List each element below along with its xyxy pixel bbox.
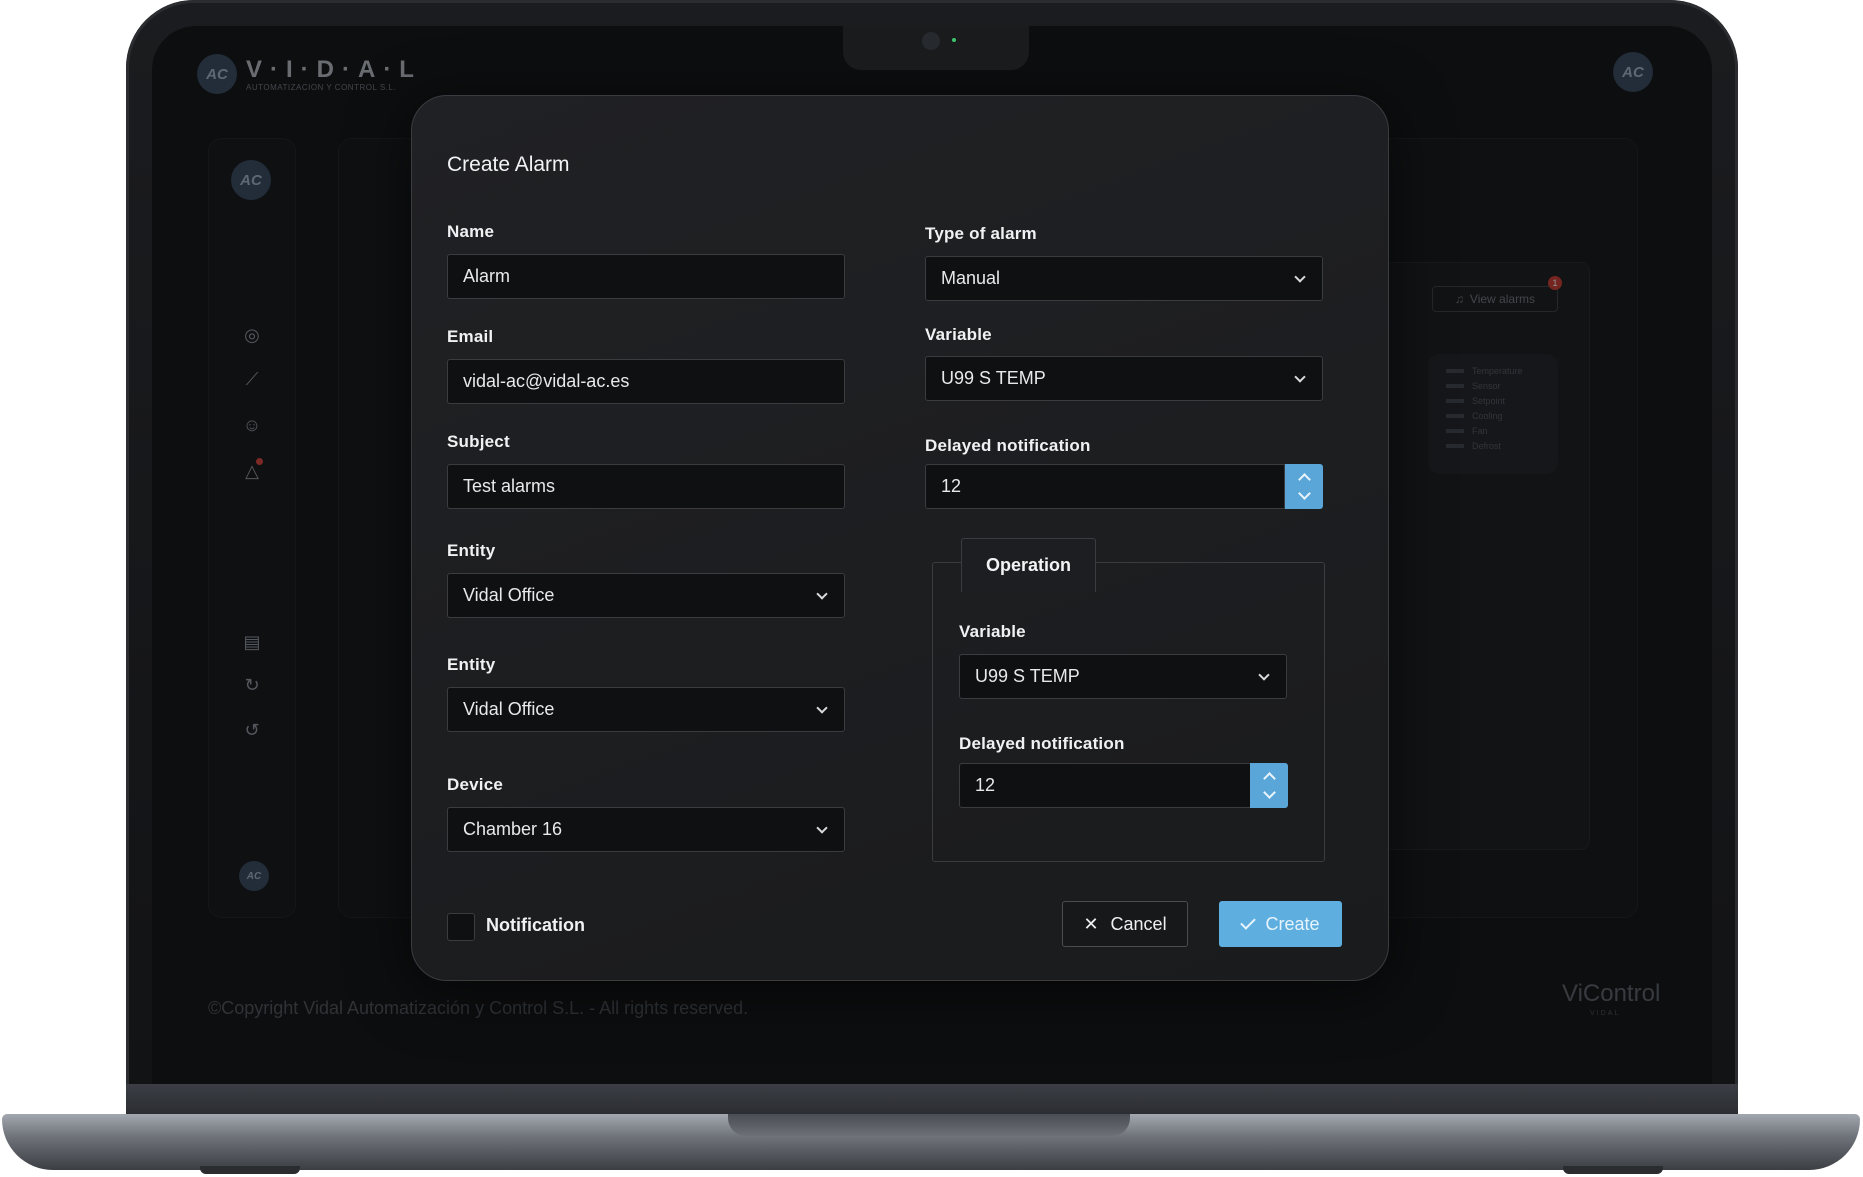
document-icon[interactable]: ▤ — [240, 630, 264, 654]
delayed-notification-stepper[interactable] — [1285, 464, 1323, 509]
view-alarms-button[interactable]: ♫ View alarms — [1432, 286, 1558, 312]
brand-name: V·I·D·A·L — [246, 56, 422, 83]
create-button[interactable]: Create — [1219, 901, 1342, 947]
email-label: Email — [447, 327, 494, 346]
product-logo-sub: VIDAL — [1590, 1010, 1621, 1017]
operation-variable-value: U99 S TEMP — [975, 666, 1080, 686]
chevron-down-icon — [1294, 271, 1306, 283]
legend-item: Fan — [1446, 426, 1488, 436]
bell-alert-dot — [256, 458, 263, 465]
webcam-led — [952, 38, 956, 42]
notification-checkbox[interactable] — [447, 913, 475, 941]
operation-group — [932, 562, 1325, 862]
refresh-icon[interactable]: ↻ — [240, 673, 264, 697]
device-card — [1384, 262, 1590, 850]
chevron-down-icon — [816, 702, 828, 714]
delayed-notification-value: 12 — [941, 476, 962, 496]
sidebar — [208, 138, 296, 918]
chevron-down-icon — [1258, 669, 1270, 681]
operation-variable-label: Variable — [959, 622, 1026, 641]
subject-value: Test alarms — [463, 476, 556, 496]
close-icon: ✕ — [1083, 913, 1099, 934]
chevron-down-icon — [816, 588, 828, 600]
copyright-footer: ©Copyright Vidal Automatización y Contro… — [208, 998, 749, 1018]
name-input[interactable]: Alarm — [447, 254, 845, 299]
operation-delay-value: 12 — [975, 775, 996, 795]
type-of-alarm-select[interactable]: Manual — [925, 256, 1323, 301]
entity-label: Entity — [447, 541, 496, 560]
device-label: Device — [447, 775, 504, 794]
legend-item: Setpoint — [1446, 396, 1505, 406]
device-select[interactable]: Chamber 16 — [447, 807, 845, 852]
variable-value: U99 S TEMP — [941, 368, 1046, 388]
chevron-down-icon — [816, 822, 828, 834]
modal-title: Create Alarm — [447, 153, 570, 176]
legend-item: Sensor — [1446, 381, 1501, 391]
entity-label-2: Entity — [447, 655, 496, 674]
chevron-up-icon[interactable] — [1297, 473, 1311, 487]
entity-value-2: Vidal Office — [463, 699, 555, 719]
delayed-notification-label: Delayed notification — [925, 436, 1091, 455]
name-label: Name — [447, 222, 495, 241]
chevron-down-icon — [1294, 371, 1306, 383]
chevron-up-icon[interactable] — [1262, 772, 1276, 786]
email-input[interactable]: vidal-ac@vidal-ac.es — [447, 359, 845, 404]
create-label: Create — [1265, 913, 1320, 934]
email-value: vidal-ac@vidal-ac.es — [463, 371, 630, 391]
subject-label: Subject — [447, 432, 510, 451]
name-value: Alarm — [463, 266, 511, 286]
users-icon[interactable]: ☺ — [240, 413, 264, 437]
view-alarms-label: View alarms — [1469, 292, 1536, 306]
legend-item: Cooling — [1446, 411, 1503, 421]
device-value: Chamber 16 — [463, 819, 563, 839]
sidebar-avatar[interactable]: AC — [239, 861, 269, 891]
entity-select-2[interactable]: Vidal Office — [447, 687, 845, 732]
operation-variable-select[interactable]: U99 S TEMP — [959, 654, 1287, 699]
operation-delay-label: Delayed notification — [959, 734, 1125, 753]
cancel-button[interactable]: ✕ Cancel — [1062, 901, 1188, 947]
legend-item: Temperature — [1446, 366, 1523, 376]
check-icon — [1240, 913, 1257, 930]
operation-delay-input[interactable]: 12 — [959, 763, 1251, 808]
history-icon[interactable]: ↺ — [240, 718, 264, 742]
alarm-count-badge: 1 — [1548, 276, 1562, 290]
chevron-down-icon[interactable] — [1262, 785, 1276, 799]
type-of-alarm-label: Type of alarm — [925, 224, 1037, 243]
entity-select[interactable]: Vidal Office — [447, 573, 845, 618]
operation-tab[interactable]: Operation — [961, 538, 1096, 592]
brand-tagline: AUTOMATIZACION Y CONTROL S.L. — [246, 83, 397, 92]
chevron-down-icon[interactable] — [1297, 486, 1311, 500]
entity-value: Vidal Office — [463, 585, 555, 605]
globe-icon[interactable]: ◎ — [240, 323, 264, 347]
webcam — [922, 32, 940, 50]
bell-icon: ♫ — [1454, 292, 1464, 306]
subject-input[interactable]: Test alarms — [447, 464, 845, 509]
legend-item: Defrost — [1446, 441, 1501, 451]
variable-label: Variable — [925, 325, 992, 344]
operation-delay-stepper[interactable] — [1250, 763, 1288, 808]
type-of-alarm-value: Manual — [941, 268, 1001, 288]
user-avatar[interactable]: AC — [1613, 52, 1653, 92]
cancel-label: Cancel — [1110, 913, 1167, 934]
chart-icon[interactable]: ⟋ — [240, 367, 264, 391]
product-logo: ViControl — [1562, 980, 1661, 1007]
delayed-notification-input[interactable]: 12 — [925, 464, 1285, 509]
sidebar-logo: AC — [231, 160, 271, 200]
variable-select[interactable]: U99 S TEMP — [925, 356, 1323, 401]
notification-label: Notification — [486, 915, 585, 935]
brand-logo: AC — [197, 54, 237, 94]
